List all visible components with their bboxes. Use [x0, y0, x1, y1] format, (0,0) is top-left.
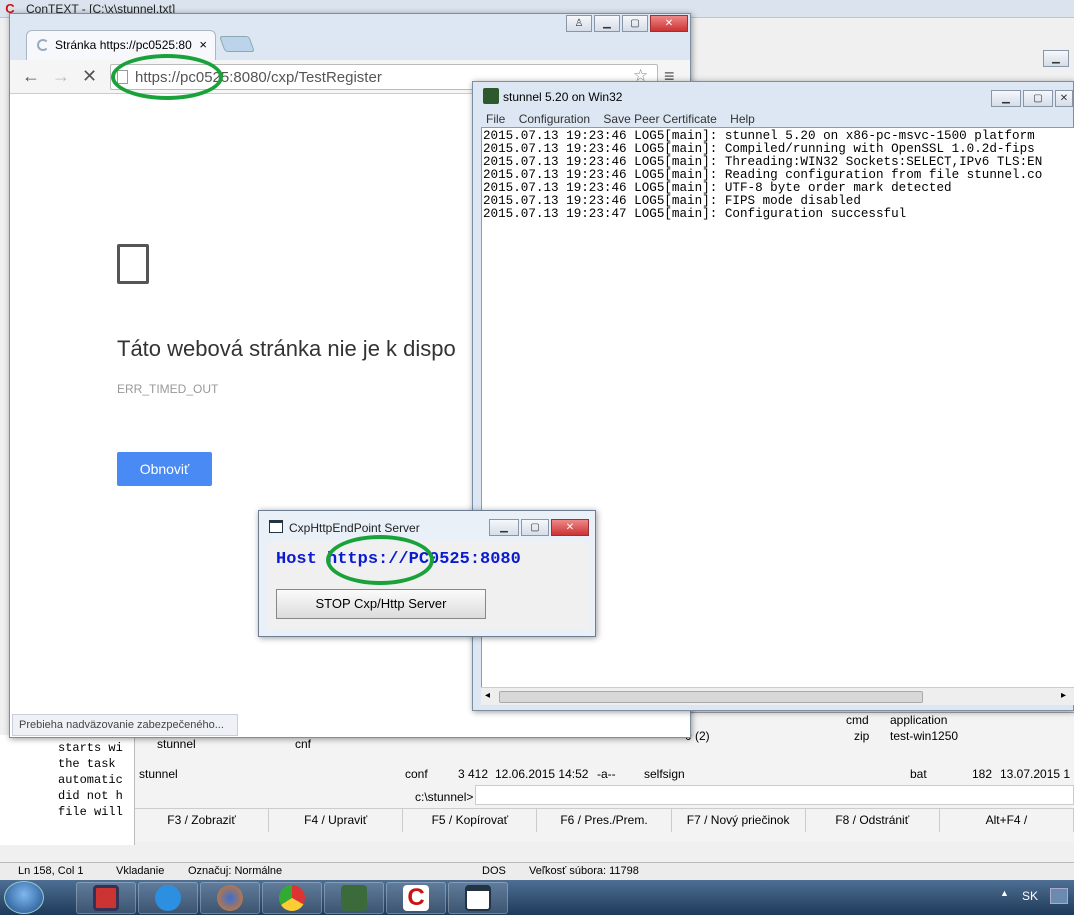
f4-button[interactable]: F4 / Upraviť	[269, 809, 404, 832]
new-tab-button[interactable]	[219, 36, 255, 52]
taskbar-ie[interactable]	[138, 882, 198, 914]
scrollbar-thumb[interactable]	[499, 691, 923, 703]
cxp-title: CxpHttpEndPoint Server	[289, 521, 420, 535]
context-editor[interactable]: starts wi the task automatic did not h f…	[0, 735, 135, 845]
cxp-server-window: CxpHttpEndPoint Server ▁ ▢ ✕ Host https:…	[258, 510, 596, 637]
command-line-input[interactable]	[475, 785, 1074, 805]
tray-monitor-icon[interactable]	[1050, 888, 1068, 904]
highlight-ring-host	[326, 535, 434, 585]
reload-button[interactable]: Obnoviť	[117, 452, 212, 486]
stunnel-title-bar: stunnel 5.20 on Win32 ▁ ▢ ✕	[473, 82, 1074, 110]
stunnel-title: stunnel 5.20 on Win32	[503, 90, 623, 104]
editor-line: file will	[58, 805, 123, 819]
loading-icon	[37, 39, 49, 51]
scroll-right-icon[interactable]: ▸	[1061, 690, 1066, 701]
scroll-left-icon[interactable]: ◂	[485, 690, 490, 701]
context-icon: C	[403, 885, 429, 911]
stunnel-icon	[341, 885, 367, 911]
function-key-bar: F3 / Zobraziť F4 / Upraviť F5 / Kopírova…	[135, 808, 1074, 832]
cxp-maximize-button[interactable]: ▢	[521, 519, 549, 536]
cursor-position: Ln 158, Col 1	[18, 865, 84, 877]
highlight-ring-url	[111, 54, 223, 100]
file-size-status: Veľkosť súbora: 11798	[529, 865, 639, 877]
floppy-icon	[93, 885, 119, 911]
file-name[interactable]: test-win1250	[890, 729, 958, 743]
taskbar-save-app[interactable]	[76, 882, 136, 914]
chrome-maximize-button[interactable]: ▢	[622, 15, 648, 32]
back-icon[interactable]: ←	[22, 66, 40, 87]
taskbar: C ▲ SK	[0, 880, 1074, 915]
chrome-minimize-button[interactable]: ▁	[594, 15, 620, 32]
taskbar-chrome[interactable]	[262, 882, 322, 914]
editor-line: did not h	[58, 789, 123, 803]
start-button[interactable]	[4, 881, 44, 914]
ie-icon	[155, 885, 181, 911]
taskbar-context[interactable]: C	[386, 882, 446, 914]
cxp-app-icon	[269, 520, 283, 533]
log-line: 2015.07.13 19:23:47 LOG5[main]: Configur…	[483, 207, 907, 221]
horizontal-scrollbar[interactable]: ◂ ▸	[481, 687, 1074, 705]
language-indicator[interactable]: SK	[1022, 889, 1038, 903]
file-attr: -a--	[597, 767, 616, 781]
file-date: 13.07.2015 1	[1000, 767, 1071, 781]
file-size: 182	[972, 767, 993, 781]
stop-server-button[interactable]: STOP Cxp/Http Server	[276, 589, 486, 619]
file-ext: bat	[910, 767, 927, 781]
file-name[interactable]: application	[890, 713, 947, 727]
chrome-icon	[279, 885, 305, 911]
stunnel-close-button[interactable]: ✕	[1055, 90, 1073, 107]
stunnel-app-icon	[483, 88, 499, 104]
menu-save-peer-certificate[interactable]: Save Peer Certificate	[603, 112, 716, 126]
file-name[interactable]: selfsign	[644, 767, 685, 781]
error-code: ERR_TIMED_OUT	[117, 382, 219, 396]
tray-arrow-icon[interactable]: ▲	[1000, 888, 1009, 898]
firefox-icon	[217, 885, 243, 911]
user-icon[interactable]: ♙	[566, 15, 592, 32]
file-ext: cmd	[846, 713, 869, 727]
stunnel-minimize-button[interactable]: ▁	[991, 90, 1021, 107]
file-size: 3 412	[458, 767, 489, 781]
path-prompt: c:\stunnel>	[415, 790, 474, 804]
cxp-close-button[interactable]: ✕	[551, 519, 589, 536]
cxp-icon	[465, 885, 491, 911]
menu-file[interactable]: File	[486, 112, 505, 126]
f7-button[interactable]: F7 / Nový priečinok	[672, 809, 806, 832]
stunnel-maximize-button[interactable]: ▢	[1023, 90, 1053, 107]
file-ext: cnf	[295, 737, 312, 751]
f3-button[interactable]: F3 / Zobraziť	[135, 809, 270, 832]
mark-mode: Označuj: Normálne	[188, 865, 283, 877]
editor-line: the task	[58, 757, 116, 771]
chrome-status-text: Prebieha nadväzovanie zabezpečeného...	[12, 714, 238, 736]
taskbar-cxp[interactable]	[448, 882, 508, 914]
file-name[interactable]: stunnel	[139, 767, 178, 781]
tab-close-icon[interactable]: ×	[199, 37, 207, 52]
f5-button[interactable]: F5 / Kopírovať	[403, 809, 538, 832]
chrome-close-button[interactable]: ✕	[650, 15, 688, 32]
stunnel-menu-bar: File Configuration Save Peer Certificate…	[481, 112, 1074, 126]
forward-icon[interactable]: →	[52, 66, 70, 87]
taskbar-firefox[interactable]	[200, 882, 260, 914]
insert-mode: Vkladanie	[116, 865, 165, 877]
menu-help[interactable]: Help	[730, 112, 755, 126]
taskbar-stunnel[interactable]	[324, 882, 384, 914]
stop-icon[interactable]: ✕	[82, 66, 97, 87]
f6-button[interactable]: F6 / Pres./Prem.	[537, 809, 672, 832]
menu-configuration[interactable]: Configuration	[519, 112, 590, 126]
file-name[interactable]: stunnel	[157, 737, 196, 751]
f8-button[interactable]: F8 / Odstrániť	[806, 809, 940, 832]
editor-line: automatic	[58, 773, 123, 787]
file-ext: conf	[405, 767, 428, 781]
eol-format: DOS	[482, 865, 506, 877]
altf4-button[interactable]: Alt+F4 /	[940, 809, 1074, 832]
context-minimize-button[interactable]: ▁	[1043, 50, 1069, 67]
cxp-minimize-button[interactable]: ▁	[489, 519, 519, 536]
error-title: Táto webová stránka nie je k dispo	[117, 336, 456, 361]
sad-page-icon	[117, 244, 149, 284]
file-ext: zip	[854, 729, 870, 743]
context-status-bar: Ln 158, Col 1 Vkladanie Označuj: Normáln…	[0, 862, 1074, 880]
editor-line: starts wi	[58, 741, 123, 755]
file-date: 12.06.2015 14:52	[495, 767, 589, 781]
tab-label: Stránka https://pc0525:80	[55, 38, 192, 52]
